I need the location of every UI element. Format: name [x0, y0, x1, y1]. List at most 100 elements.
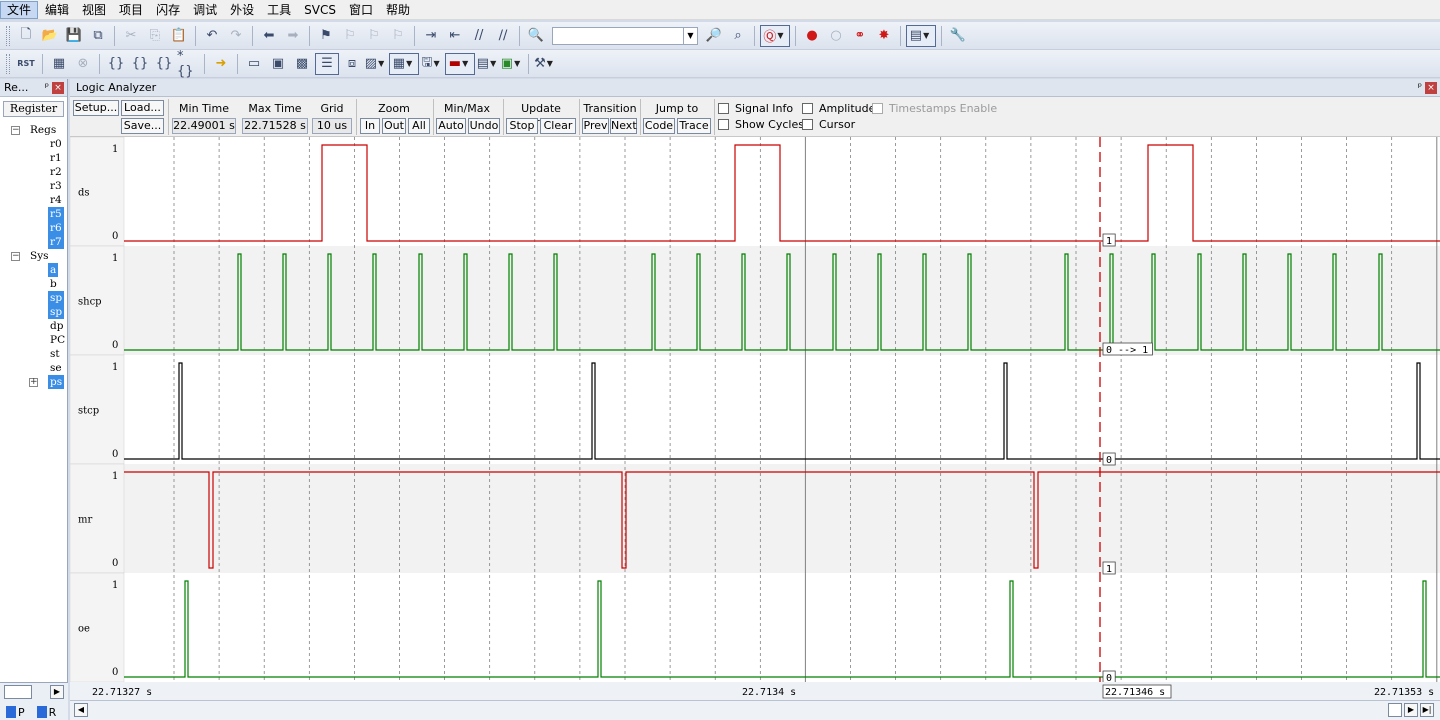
tree-group-regs[interactable]: Regs	[30, 123, 56, 137]
project-tab[interactable]: P	[18, 706, 25, 719]
menu-window[interactable]: 窗口	[343, 1, 379, 19]
trace-window-icon[interactable]: ▤ ▼	[477, 53, 499, 75]
nav-forward-icon[interactable]: ➡	[282, 25, 304, 47]
find-combo[interactable]: ▼	[552, 26, 698, 45]
toolbar-grip[interactable]	[6, 25, 10, 46]
checkbox-box[interactable]	[718, 103, 729, 114]
system-viewer-icon[interactable]: ▣ ▼	[501, 53, 523, 75]
nav-back-icon[interactable]: ⬅	[258, 25, 280, 47]
comment-icon[interactable]: //	[468, 25, 490, 47]
call-stack-icon[interactable]: ⧈	[341, 53, 363, 75]
cursor-checkbox[interactable]: Cursor	[802, 118, 855, 131]
transition-next-button[interactable]: Next	[610, 118, 637, 134]
tree-item-states[interactable]: st	[50, 347, 60, 361]
copy-icon[interactable]: ⎘	[144, 25, 166, 47]
menu-help[interactable]: 帮助	[380, 1, 416, 19]
minmax-auto-button[interactable]: Auto	[436, 118, 466, 134]
tree-item-a[interactable]: a	[48, 263, 59, 277]
open-folder-icon[interactable]: 📂	[39, 25, 61, 47]
reset-icon[interactable]: RST	[15, 53, 37, 75]
tree-item-sp[interactable]: sp	[48, 291, 65, 305]
step-into-icon[interactable]: {}	[105, 53, 127, 75]
close-icon[interactable]: ×	[1425, 81, 1437, 94]
load-button[interactable]: Load...	[121, 100, 164, 116]
horizontal-scrollbar-thumb[interactable]	[4, 685, 32, 699]
tree-item-r4[interactable]: r4	[50, 193, 62, 207]
register-column-header[interactable]: Register	[3, 101, 64, 117]
save-all-icon[interactable]: ⧉	[87, 25, 109, 47]
close-icon[interactable]: ×	[52, 81, 64, 94]
menu-project[interactable]: 项目	[113, 1, 149, 19]
scroll-end-icon[interactable]: ▶|	[1420, 703, 1434, 717]
analysis-window-icon[interactable]: ▬ ▼	[445, 52, 475, 75]
tree-item-r1[interactable]: r1	[50, 151, 62, 165]
tree-item-pc[interactable]: PC	[50, 333, 65, 347]
scroll-right-icon[interactable]: ▶	[50, 685, 64, 699]
menu-peripherals[interactable]: 外设	[224, 1, 260, 19]
tree-item-dp[interactable]: dp	[50, 319, 63, 333]
scroll-left-icon[interactable]: ◀	[74, 703, 88, 717]
menu-debug[interactable]: 调试	[187, 1, 223, 19]
amplitude-checkbox[interactable]: Amplitude	[802, 102, 875, 115]
serial-window-icon[interactable]: 🖫 ▼	[421, 53, 443, 75]
tree-item-b[interactable]: b	[50, 277, 57, 291]
step-over-icon[interactable]: {}	[129, 53, 151, 75]
bookmark-icon[interactable]: ⚑	[315, 25, 337, 47]
unindent-icon[interactable]: ⇤	[444, 25, 466, 47]
toolbar-grip[interactable]	[6, 53, 10, 74]
stop-icon[interactable]: ⊗	[72, 53, 94, 75]
tree-item-sec[interactable]: se	[50, 361, 62, 375]
registers-window-icon[interactable]: ☰	[315, 52, 339, 75]
checkbox-box[interactable]	[802, 103, 813, 114]
redo-icon[interactable]: ↷	[225, 25, 247, 47]
show-next-statement-icon[interactable]: ➜	[210, 53, 232, 75]
menu-file[interactable]: 文件	[0, 0, 39, 19]
scrollbar-thumb[interactable]	[1388, 703, 1402, 717]
pin-icon[interactable]: ᵖ	[1418, 82, 1422, 93]
watch-window-icon[interactable]: ▨ ▼	[365, 53, 387, 75]
window-layout-icon[interactable]: ▤ ▼	[906, 24, 936, 47]
bookmark-clear-icon[interactable]: ⚐	[387, 25, 409, 47]
tree-item-r5[interactable]: r5	[48, 207, 64, 221]
checkbox-box[interactable]	[718, 119, 729, 130]
expand-psw-icon[interactable]: +	[29, 378, 38, 387]
tree-item-r2[interactable]: r2	[50, 165, 62, 179]
tree-item-r6[interactable]: r6	[48, 221, 64, 235]
show-cycles-checkbox[interactable]: Show Cycles	[718, 118, 804, 131]
toolbox-icon[interactable]: ⚒ ▼	[534, 53, 556, 75]
run-to-cursor-icon[interactable]: *{}	[177, 49, 199, 79]
menu-flash[interactable]: 闪存	[150, 1, 186, 19]
breakpoint-insert-icon[interactable]: ●	[801, 25, 823, 47]
indent-icon[interactable]: ⇥	[420, 25, 442, 47]
command-window-icon[interactable]: ▭	[243, 53, 265, 75]
symbols-window-icon[interactable]: ▩	[291, 53, 313, 75]
update-clear-button[interactable]: Clear	[540, 118, 576, 134]
breakpoint-enable-icon[interactable]: ○	[825, 25, 847, 47]
bookmark-next-icon[interactable]: ⚐	[363, 25, 385, 47]
memory-window-icon[interactable]: ▦ ▼	[389, 52, 419, 75]
breakpoint-disable-all-icon[interactable]: ⚭	[849, 25, 871, 47]
waveform-area[interactable]: ds10shcp10stcp10mr10oe1010 --> 101022.71…	[70, 137, 1440, 700]
new-file-icon[interactable]: 🗋	[15, 25, 37, 47]
save-button[interactable]: Save...	[121, 118, 164, 134]
step-out-icon[interactable]: {}	[153, 53, 175, 75]
zoom-out-button[interactable]: Out	[382, 118, 406, 134]
disassembly-window-icon[interactable]: ▣	[267, 53, 289, 75]
jump-trace-button[interactable]: Trace	[677, 118, 711, 134]
save-icon[interactable]: 💾	[63, 25, 85, 47]
tree-item-r7[interactable]: r7	[48, 235, 64, 249]
uncomment-icon[interactable]: ∕∕	[492, 25, 514, 47]
tree-item-sp-max[interactable]: sp	[48, 305, 65, 319]
undo-icon[interactable]: ↶	[201, 25, 223, 47]
zoom-in-button[interactable]: In	[360, 118, 380, 134]
incremental-find-icon[interactable]: ⌕	[727, 25, 749, 47]
find-icon[interactable]: 🔎	[703, 25, 725, 47]
jump-code-button[interactable]: Code	[643, 118, 675, 134]
tree-item-r0[interactable]: r0	[50, 137, 62, 151]
zoom-all-button[interactable]: All	[408, 118, 430, 134]
signal-info-checkbox[interactable]: Signal Info	[718, 102, 793, 115]
breakpoint-kill-all-icon[interactable]: ✸	[873, 25, 895, 47]
chevron-down-icon[interactable]: ▼	[683, 27, 697, 44]
scroll-right-icon[interactable]: ▶	[1404, 703, 1418, 717]
menu-tools[interactable]: 工具	[261, 1, 297, 19]
